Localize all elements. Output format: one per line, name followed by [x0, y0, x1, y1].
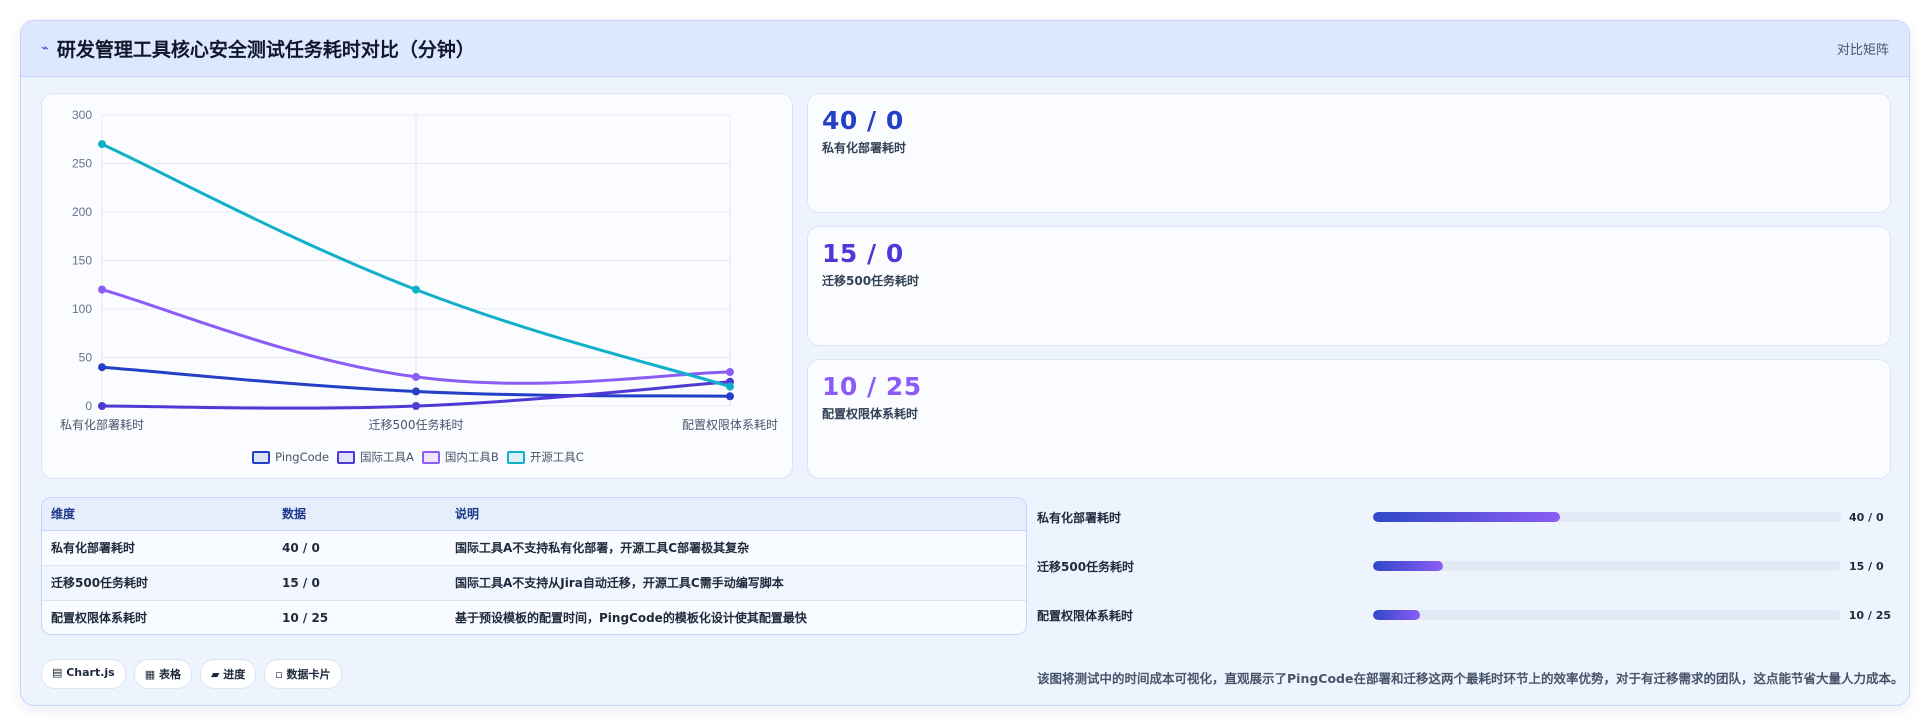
progress-value: 10 / 25 [1848, 608, 1891, 622]
y-tick-label: 300 [72, 108, 92, 122]
table-cell: 10 / 25 [282, 610, 329, 625]
y-tick-label: 0 [85, 399, 92, 413]
legend-swatch [421, 450, 440, 464]
data-point [726, 392, 734, 401]
y-tick-label: 150 [72, 254, 92, 268]
chart-line-icon: ⌁ [41, 41, 49, 56]
table-row: 私有化部署耗时 40 / 0 国际工具A不支持私有化部署，开源工具C部署极其复杂 [42, 530, 1026, 566]
x-tick-label: 配置权限体系耗时 [682, 418, 778, 432]
legend-item[interactable]: 国内工具B [421, 449, 499, 465]
stat-value: 10 / 25 [822, 372, 922, 401]
panel-title: 研发管理工具核心安全测试任务耗时对比（分钟） [56, 39, 475, 61]
table-row: 配置权限体系耗时 10 / 25 基于预设模板的配置时间，PingCode的模板… [42, 600, 1026, 634]
stat-label: 私有化部署耗时 [822, 141, 907, 155]
panel-header: ⌁ 研发管理工具核心安全测试任务耗时对比（分钟） 对比矩阵 [21, 21, 1909, 77]
data-point [98, 285, 106, 294]
stat-value: 40 / 0 [822, 106, 904, 135]
table-cell: 迁移500任务耗时 [42, 565, 273, 601]
table-cell: 私有化部署耗时 [42, 530, 273, 566]
column-header: 说明 [446, 498, 1026, 531]
table-cell: 40 / 0 [273, 530, 446, 566]
data-point [412, 285, 420, 294]
legend-label: 国内工具B [444, 450, 499, 464]
chart-legend: PingCode 国际工具A 国内工具B 开源工具C [252, 449, 584, 465]
legend-item[interactable]: 国际工具A [337, 449, 414, 465]
data-point [412, 402, 420, 410]
table-tag[interactable]: ▦ 表格 [133, 659, 192, 689]
table-cell: 国际工具A不支持从Jira自动迁移，开源工具C需手动编写脚本 [446, 565, 1026, 601]
progress-fill [1373, 561, 1444, 571]
line-chart: 0 50 100 150 200 250 300 私有化部署耗时 迁移500任务耗时 配置权限体系… [60, 108, 778, 465]
line-chart-card: 0 50 100 150 200 250 300 私有化部署耗时 迁移500任务耗时 配置权限体系… [41, 93, 793, 479]
table-cell: 配置权限体系耗时 [51, 611, 148, 626]
progress-row: 配置权限体系耗时 10 / 25 [1037, 605, 1891, 625]
x-tick-label: 私有化部署耗时 [60, 417, 144, 432]
data-point [98, 402, 106, 410]
y-tick-label: 50 [79, 351, 93, 365]
legend-item[interactable]: 开源工具C [506, 449, 584, 465]
progress-label: 配置权限体系耗时 [1037, 608, 1134, 623]
data-point [726, 382, 734, 391]
progress-label: 迁移500任务耗时 [1037, 559, 1135, 574]
legend-swatch [337, 450, 356, 464]
legend-label: 国际工具A [360, 450, 414, 464]
legend-label: 开源工具C [529, 450, 584, 464]
stat-label: 配置权限体系耗时 [822, 407, 919, 421]
data-table: 维度 数据 说明 私有化部署耗时 40 / 0 国际工具A不支持私有化部署，开源… [41, 497, 1027, 635]
table-row: 迁移500任务耗时 15 / 0 国际工具A不支持从Jira自动迁移，开源工具C… [42, 565, 1026, 601]
y-tick-label: 250 [72, 157, 92, 171]
stat-card-deploy: 40 / 0 私有化部署耗时 [807, 93, 1891, 213]
progress-row: 迁移500任务耗时 15 / 0 [1037, 556, 1891, 576]
stat-card-migrate: 15 / 0 迁移500任务耗时 [807, 226, 1891, 346]
data-point [412, 372, 420, 381]
table-header-row: 维度 数据 说明 [42, 498, 1026, 531]
chart-panel: ⌁ 研发管理工具核心安全测试任务耗时对比（分钟） 对比矩阵 0 50 100 150 2… [20, 20, 1910, 706]
column-header: 维度 [42, 498, 273, 531]
progress-row: 私有化部署耗时 40 / 0 [1037, 507, 1891, 527]
legend-label: PingCode [275, 450, 330, 464]
progress-fill [1373, 512, 1561, 522]
data-point [726, 368, 734, 377]
progress-value: 40 / 0 [1849, 510, 1884, 524]
x-tick-label: 迁移500任务耗时 [369, 417, 464, 432]
table-cell: 15 / 0 [273, 565, 446, 601]
stat-label: 迁移500任务耗时 [822, 274, 920, 288]
legend-item[interactable]: PingCode [252, 450, 329, 464]
table-cell: 国际工具A不支持私有化部署，开源工具C部署极其复杂 [446, 530, 1026, 566]
summary-text: 该图将测试中的时间成本可视化，直观展示了PingCode在部署和迁移这两个最耗时… [1037, 671, 1904, 686]
y-tick-label: 100 [72, 302, 92, 316]
legend-swatch [506, 450, 525, 464]
table-cell: 基于预设模板的配置时间，PingCode的模板化设计使其配置最快 [455, 611, 807, 626]
progress-tag[interactable]: ▰ 进度 [199, 659, 257, 689]
stat-value: 15 / 0 [822, 239, 904, 268]
y-tick-label: 200 [72, 205, 92, 219]
progress-fill [1372, 610, 1420, 620]
chartjs-tag[interactable]: ▤ Chart.js [41, 659, 126, 689]
progress-track [1373, 561, 1841, 571]
data-point [412, 387, 420, 396]
column-header: 数据 [273, 498, 446, 531]
data-card-tag[interactable]: ▫ 数据卡片 [264, 659, 342, 689]
comparison-matrix-label: 对比矩阵 [1836, 43, 1889, 58]
legend-swatch [252, 450, 271, 464]
progress-label: 私有化部署耗时 [1037, 510, 1122, 525]
progress-value: 15 / 0 [1849, 559, 1884, 573]
tag-row: ▤ Chart.js ▦ 表格 ▰ 进度 ▫ 数据卡片 [41, 659, 342, 689]
progress-track [1372, 610, 1841, 620]
data-point [98, 140, 106, 149]
stat-card-permission: 10 / 25 配置权限体系耗时 [807, 359, 1891, 479]
data-point [98, 363, 106, 372]
progress-track [1373, 512, 1841, 522]
